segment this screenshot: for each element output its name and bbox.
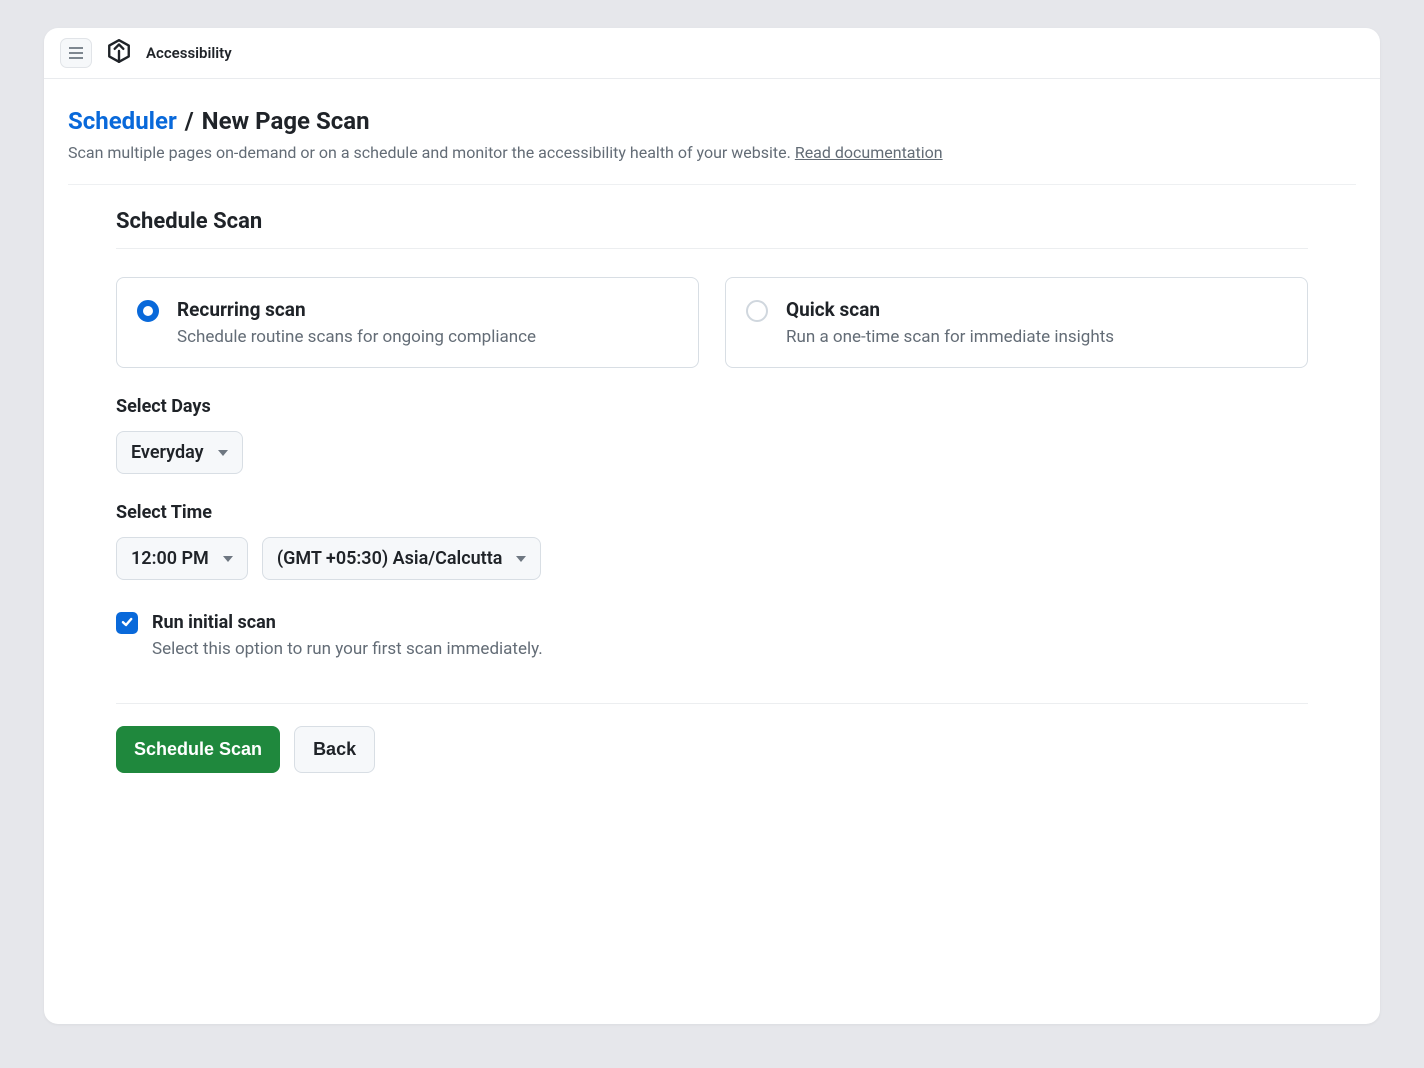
subtext-text: Scan multiple pages on-demand or on a sc… (68, 143, 795, 162)
read-documentation-link[interactable]: Read documentation (795, 143, 943, 162)
divider (116, 703, 1308, 704)
select-days-label: Select Days (116, 396, 1308, 417)
form-area: Schedule Scan Recurring scan Schedule ro… (68, 185, 1356, 797)
run-initial-scan-desc: Select this option to run your first sca… (152, 639, 543, 659)
menu-button[interactable] (60, 38, 92, 68)
chevron-down-icon (223, 556, 233, 562)
radio-unselected-icon (746, 300, 768, 322)
quick-scan-title: Quick scan (786, 298, 1114, 321)
chevron-down-icon (516, 556, 526, 562)
breadcrumb-separator: / (185, 107, 194, 135)
select-timezone-dropdown[interactable]: (GMT +05:30) Asia/Calcutta (262, 537, 542, 580)
menu-icon (69, 44, 83, 63)
recurring-scan-option[interactable]: Recurring scan Schedule routine scans fo… (116, 277, 699, 368)
chevron-down-icon (218, 450, 228, 456)
run-initial-scan-label: Run initial scan (152, 612, 543, 633)
logo-icon (106, 38, 132, 68)
recurring-scan-desc: Schedule routine scans for ongoing compl… (177, 327, 536, 347)
breadcrumb-parent-link[interactable]: Scheduler (68, 107, 177, 135)
select-days-dropdown[interactable]: Everyday (116, 431, 243, 474)
radio-selected-icon (137, 300, 159, 322)
run-initial-scan-block: Run initial scan Select this option to r… (116, 612, 1308, 659)
quick-scan-option[interactable]: Quick scan Run a one-time scan for immed… (725, 277, 1308, 368)
select-days-value: Everyday (131, 442, 204, 463)
check-icon (120, 614, 134, 633)
select-days-field: Select Days Everyday (116, 396, 1308, 474)
topbar: Accessibility (44, 28, 1380, 79)
run-initial-scan-checkbox[interactable] (116, 612, 138, 634)
breadcrumb-current: New Page Scan (202, 107, 370, 135)
page-body: Scheduler / New Page Scan Scan multiple … (44, 79, 1380, 821)
scan-type-group: Recurring scan Schedule routine scans fo… (116, 277, 1308, 368)
app-title: Accessibility (146, 44, 232, 62)
recurring-scan-title: Recurring scan (177, 298, 536, 321)
select-time-dropdown[interactable]: 12:00 PM (116, 537, 248, 580)
back-button[interactable]: Back (294, 726, 375, 773)
breadcrumb: Scheduler / New Page Scan (68, 107, 1356, 135)
quick-scan-desc: Run a one-time scan for immediate insigh… (786, 327, 1114, 347)
select-time-field: Select Time 12:00 PM (GMT +05:30) Asia/C… (116, 502, 1308, 580)
brand: Accessibility (106, 38, 232, 68)
form-actions: Schedule Scan Back (116, 726, 1308, 773)
page-subtext: Scan multiple pages on-demand or on a sc… (68, 143, 1356, 162)
app-window: Accessibility Scheduler / New Page Scan … (44, 28, 1380, 1024)
select-timezone-value: (GMT +05:30) Asia/Calcutta (277, 548, 503, 569)
schedule-scan-button[interactable]: Schedule Scan (116, 726, 280, 773)
select-time-label: Select Time (116, 502, 1308, 523)
section-title: Schedule Scan (116, 209, 1308, 249)
select-time-value: 12:00 PM (131, 548, 209, 569)
